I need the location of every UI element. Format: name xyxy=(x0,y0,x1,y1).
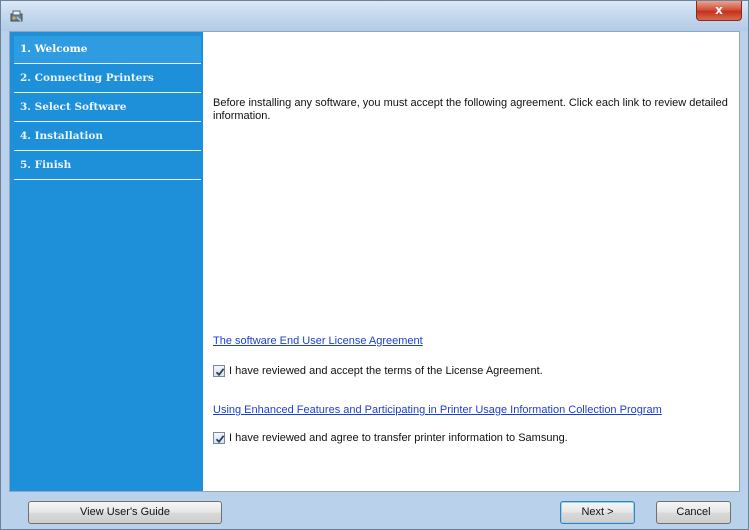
eula-accept-checkbox[interactable] xyxy=(213,365,225,377)
title-bar[interactable]: x xyxy=(1,1,748,31)
step-finish: 5. Finish xyxy=(14,152,201,180)
cancel-button[interactable]: Cancel xyxy=(656,501,731,524)
close-button[interactable]: x xyxy=(696,1,742,21)
checkmark-icon xyxy=(215,435,225,444)
button-bar: View User's Guide Next > Cancel xyxy=(1,492,748,529)
step-select-software: 3. Select Software xyxy=(14,94,201,122)
usage-accept-row[interactable]: I have reviewed and agree to transfer pr… xyxy=(213,431,568,445)
step-installation: 4. Installation xyxy=(14,123,201,151)
usage-accept-label: I have reviewed and agree to transfer pr… xyxy=(229,432,568,444)
view-users-guide-button[interactable]: View User's Guide xyxy=(28,501,222,524)
usage-program-link[interactable]: Using Enhanced Features and Participatin… xyxy=(213,404,662,416)
next-button[interactable]: Next > xyxy=(560,501,635,524)
step-connecting-printers: 2. Connecting Printers xyxy=(14,65,201,93)
intro-text: Before installing any software, you must… xyxy=(213,97,728,122)
usage-accept-checkbox[interactable] xyxy=(213,432,225,444)
eula-accept-label: I have reviewed and accept the terms of … xyxy=(229,365,543,377)
installer-window: x 1. Welcome 2. Connecting Printers 3. S… xyxy=(0,0,749,530)
wizard-body: 1. Welcome 2. Connecting Printers 3. Sel… xyxy=(9,31,740,492)
content-panel: Before installing any software, you must… xyxy=(203,32,739,491)
steps-sidebar: 1. Welcome 2. Connecting Printers 3. Sel… xyxy=(10,32,203,491)
step-welcome: 1. Welcome xyxy=(14,36,201,64)
eula-link[interactable]: The software End User License Agreement xyxy=(213,335,423,347)
checkmark-icon xyxy=(215,368,225,377)
eula-accept-row[interactable]: I have reviewed and accept the terms of … xyxy=(213,364,543,378)
installer-app-icon xyxy=(9,8,25,24)
